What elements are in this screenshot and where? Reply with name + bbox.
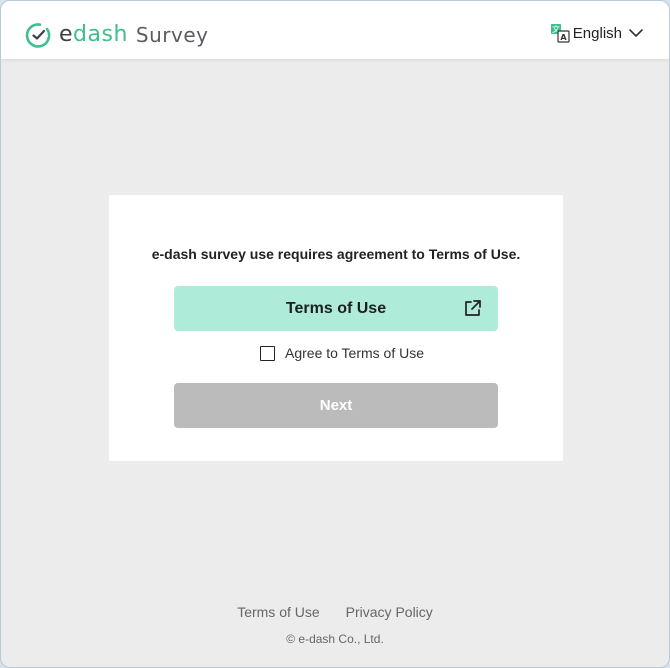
logo-subtitle: Survey xyxy=(135,23,209,47)
language-label: English xyxy=(572,24,622,42)
translate-icon: 文 A xyxy=(550,23,570,43)
agreement-message: e-dash survey use requires agreement to … xyxy=(151,246,521,262)
agree-terms-label[interactable]: Agree to Terms of Use xyxy=(285,345,424,361)
terms-of-use-button-label: Terms of Use xyxy=(285,299,387,317)
header: edash Survey 文 A English xyxy=(1,1,669,59)
copyright: © e-dash Co., Ltd. xyxy=(286,632,384,646)
agree-terms-checkbox[interactable] xyxy=(260,345,275,361)
agree-terms-row[interactable]: Agree to Terms of Use xyxy=(260,345,424,361)
logo-wordmark-accent: dash xyxy=(73,22,128,47)
next-button-label: Next xyxy=(319,397,353,414)
next-button[interactable]: Next xyxy=(174,383,498,428)
footer-privacy-link[interactable]: Privacy Policy xyxy=(346,604,433,620)
logo-wordmark: edash xyxy=(59,20,128,50)
app-window: edash Survey 文 A English e-dash survey u… xyxy=(0,0,670,668)
chevron-down-icon xyxy=(628,25,644,41)
svg-text:A: A xyxy=(560,33,567,42)
logo[interactable]: edash Survey xyxy=(25,20,208,50)
terms-agreement-card: e-dash survey use requires agreement to … xyxy=(109,195,563,461)
footer-terms-link[interactable]: Terms of Use xyxy=(237,604,319,620)
footer-links: Terms of Use Privacy Policy xyxy=(1,604,669,620)
external-link-icon xyxy=(463,299,482,318)
terms-of-use-button[interactable]: Terms of Use xyxy=(174,286,498,331)
logo-wordmark-prefix: e xyxy=(59,22,74,47)
logo-check-icon xyxy=(25,22,52,49)
language-selector[interactable]: 文 A English xyxy=(550,23,644,43)
